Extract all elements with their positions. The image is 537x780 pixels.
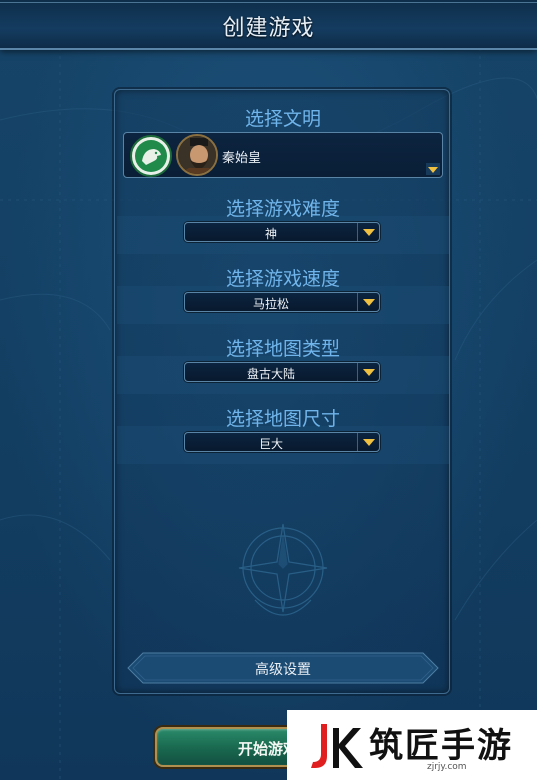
speed-value: 马拉松 xyxy=(252,297,289,311)
advanced-settings-button[interactable]: 高级设置 xyxy=(127,652,439,684)
leader-portrait-icon xyxy=(176,134,218,176)
map-size-value: 巨大 xyxy=(258,437,283,451)
speed-dropdown[interactable]: 马拉松 xyxy=(184,292,380,312)
compass-rose-icon xyxy=(235,520,331,634)
difficulty-value: 神 xyxy=(264,227,277,241)
civilization-selector[interactable]: 秦始皇 xyxy=(123,132,443,178)
watermark-logo xyxy=(305,722,365,776)
civilization-label: 选择文明 xyxy=(244,108,321,130)
title-bar: 创建游戏 xyxy=(0,0,537,50)
setup-panel: 选择文明 秦始皇 选择游戏难度 神 选择游戏速度 马拉松 选择地图类型 盘古大陆… xyxy=(114,89,450,694)
watermark-subtext: zjrjy.com xyxy=(427,762,467,772)
map-type-value: 盘古大陆 xyxy=(246,367,295,381)
map-size-label: 选择地图尺寸 xyxy=(225,408,340,430)
window-title: 创建游戏 xyxy=(222,16,315,41)
speed-label: 选择游戏速度 xyxy=(225,268,340,290)
map-type-label: 选择地图类型 xyxy=(225,338,340,360)
advanced-settings-label: 高级设置 xyxy=(255,662,311,678)
chevron-down-icon[interactable] xyxy=(357,363,379,381)
civilization-name: 秦始皇 xyxy=(222,151,262,166)
watermark: 筑匠手游 zjrjy.com xyxy=(287,710,537,780)
chevron-down-icon[interactable] xyxy=(426,163,440,175)
map-size-dropdown[interactable]: 巨大 xyxy=(184,432,380,452)
dragon-emblem-icon xyxy=(130,135,172,177)
map-type-dropdown[interactable]: 盘古大陆 xyxy=(184,362,380,382)
chevron-down-icon[interactable] xyxy=(357,433,379,451)
difficulty-label: 选择游戏难度 xyxy=(225,198,340,220)
chevron-down-icon[interactable] xyxy=(357,293,379,311)
chevron-down-icon[interactable] xyxy=(357,223,379,241)
watermark-text: 筑匠手游 xyxy=(369,726,513,766)
difficulty-dropdown[interactable]: 神 xyxy=(184,222,380,242)
